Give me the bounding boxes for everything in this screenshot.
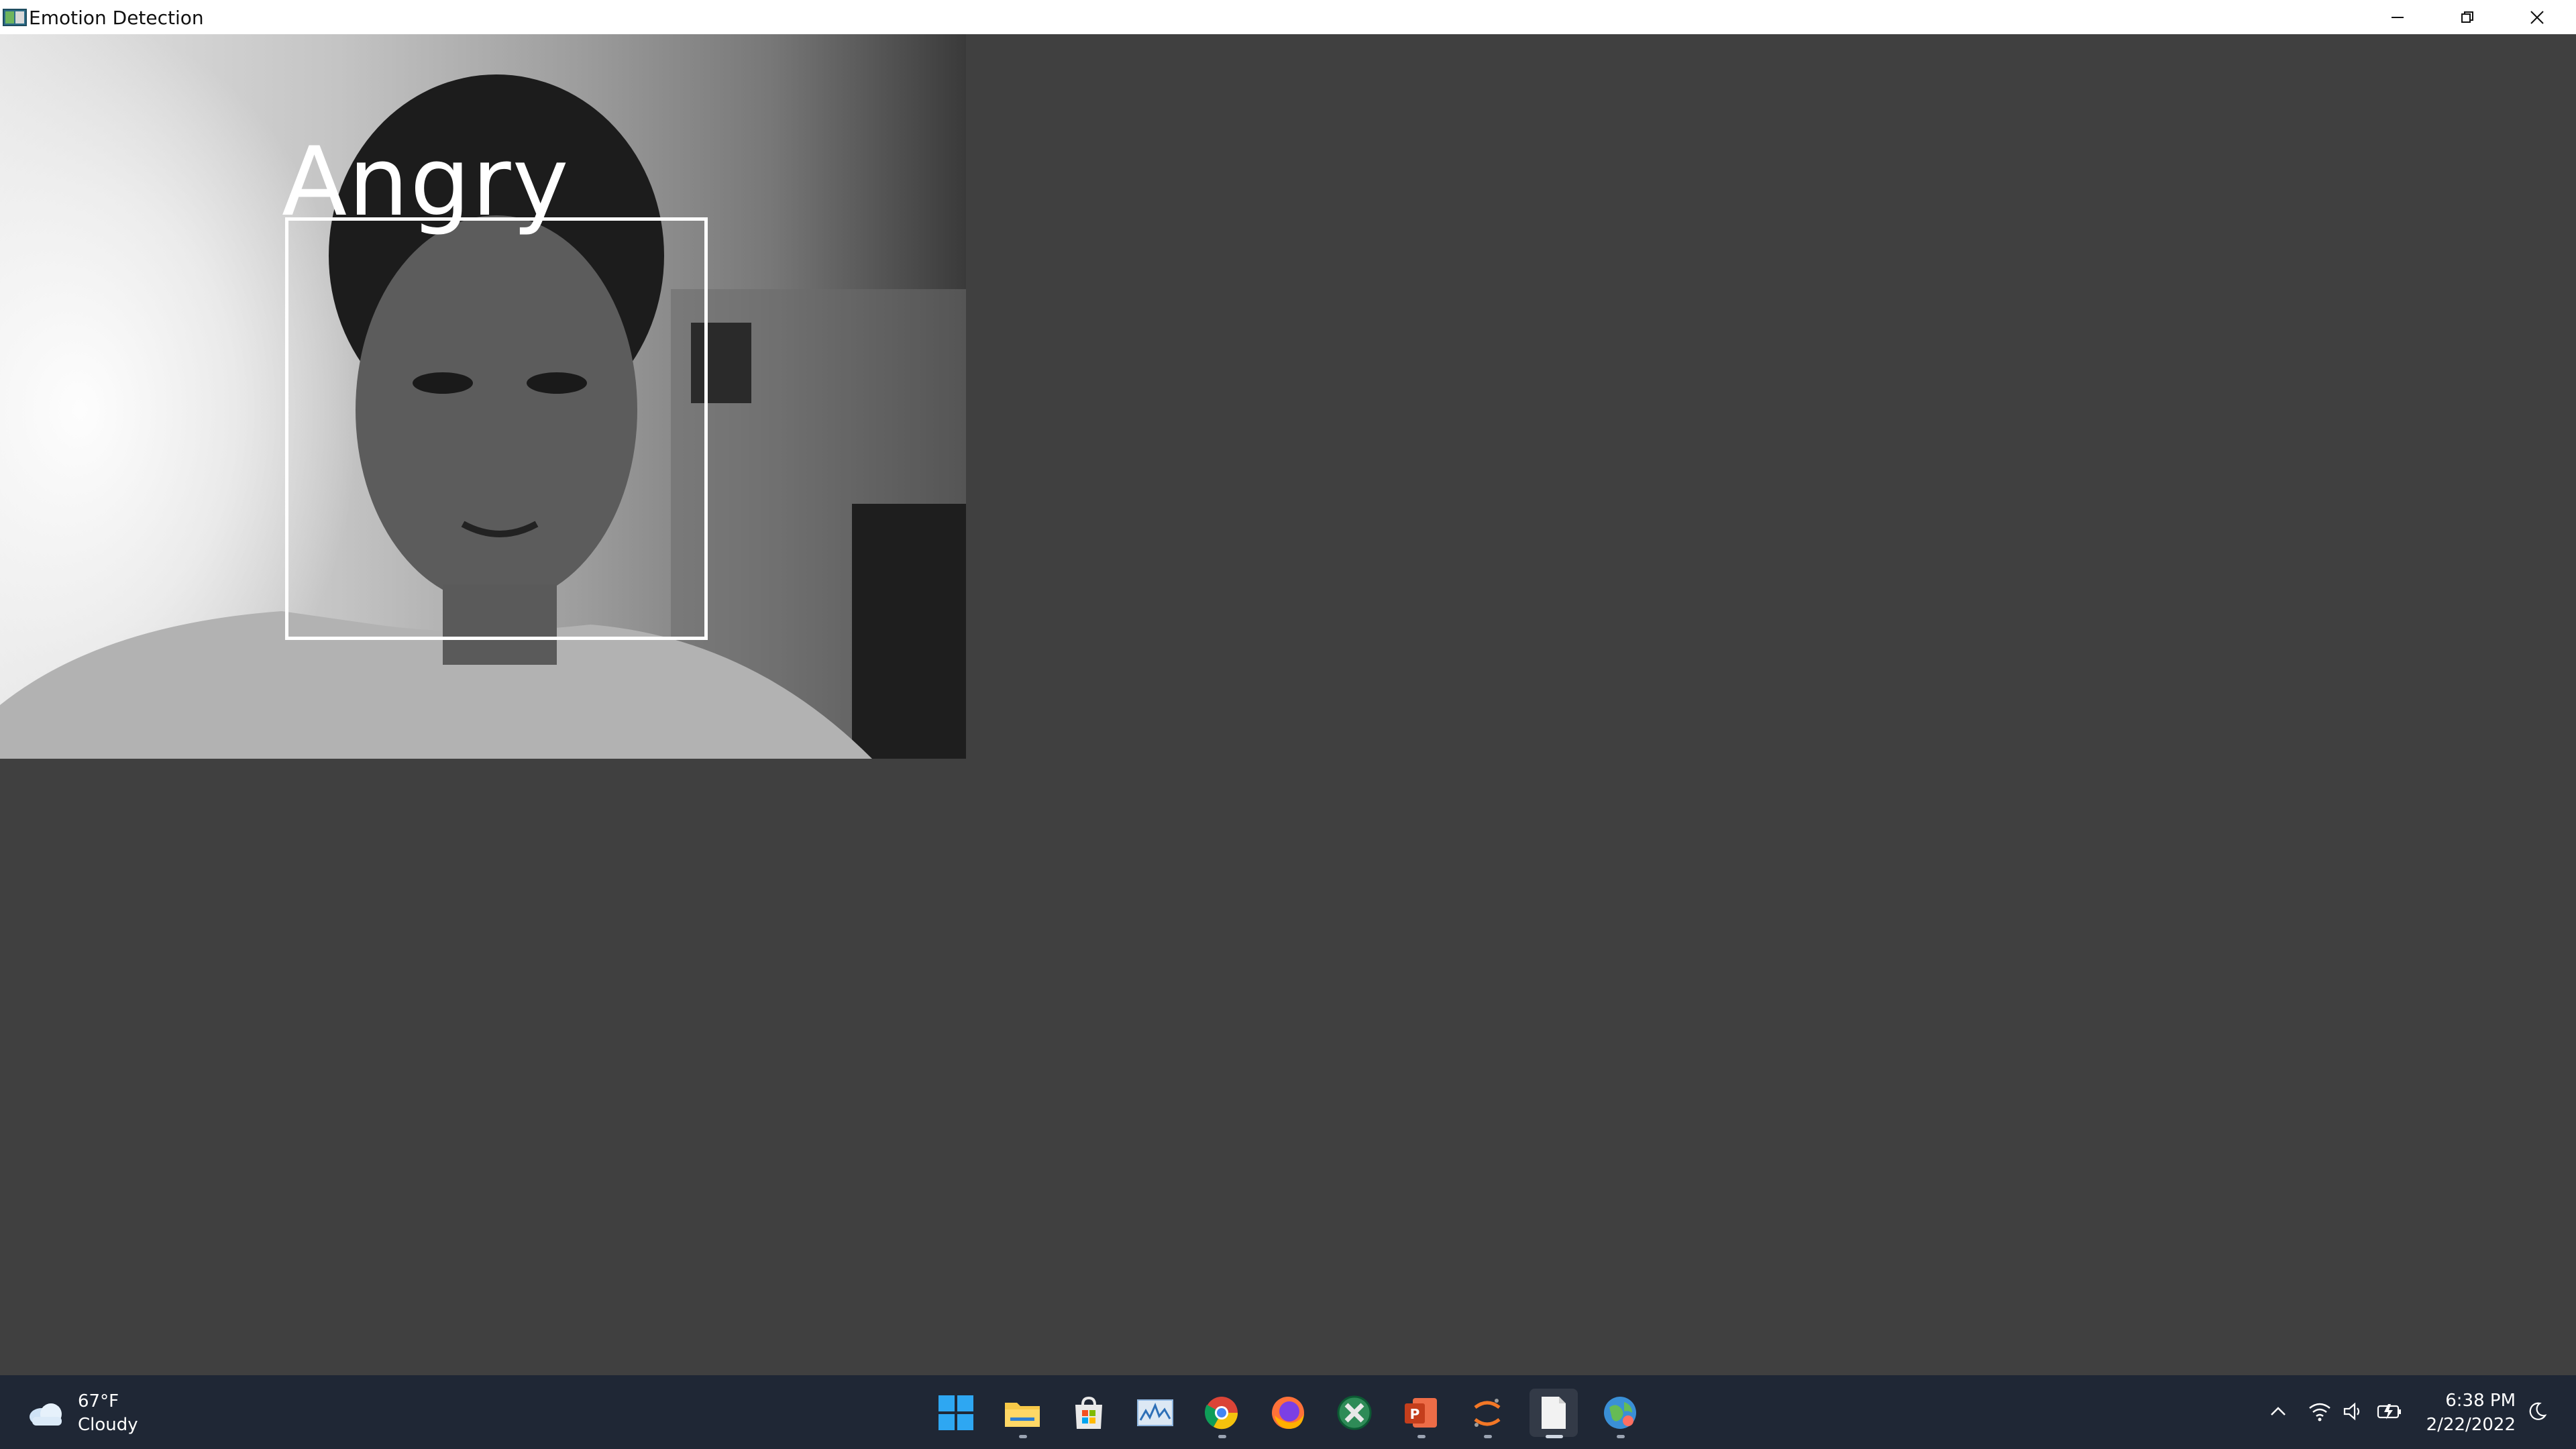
running-indicator [1019, 1435, 1027, 1438]
running-indicator [1417, 1435, 1426, 1438]
weather-temperature: 67°F [78, 1391, 119, 1411]
clock-time: 6:38 PM [2445, 1391, 2516, 1411]
taskbar-green-app[interactable] [1330, 1389, 1379, 1437]
taskbar-jupyter[interactable] [1463, 1389, 1511, 1438]
taskbar-start-button[interactable] [932, 1389, 980, 1437]
tray-clock[interactable]: 6:38 PM 2/22/2022 [2415, 1389, 2516, 1437]
running-indicator [1218, 1435, 1226, 1438]
running-indicator-active [1546, 1435, 1563, 1438]
window-title: Emotion Detection [29, 7, 204, 29]
store-icon [1075, 1396, 1102, 1429]
jupyter-icon [1474, 1399, 1501, 1427]
document-icon [1542, 1397, 1566, 1429]
taskbar-store[interactable] [1065, 1389, 1113, 1437]
cloud-icon [30, 1403, 62, 1426]
restore-button[interactable] [2432, 0, 2502, 34]
app-window-icon [3, 9, 27, 26]
tray-focus-assist[interactable] [2524, 1395, 2551, 1428]
weather-condition: Cloudy [78, 1415, 138, 1435]
svg-text:P: P [1410, 1406, 1420, 1422]
firefox-icon [1272, 1397, 1304, 1429]
chevron-up-icon [2271, 1407, 2286, 1415]
taskbar-file-explorer[interactable] [998, 1389, 1046, 1438]
window-content: Angry [0, 34, 2576, 1375]
face-bounding-box [285, 217, 708, 640]
window-titlebar[interactable]: Emotion Detection [0, 0, 2576, 34]
taskbar-firefox[interactable] [1264, 1389, 1312, 1437]
weather-widget[interactable]: 67°F Cloudy [27, 1390, 138, 1437]
taskbar-chrome[interactable] [1197, 1389, 1246, 1438]
taskbar-document[interactable] [1529, 1389, 1578, 1438]
battery-icon [2377, 1404, 2401, 1419]
close-icon [2530, 10, 2544, 24]
tray-network[interactable] [2305, 1395, 2334, 1428]
taskbar: 67°F Cloudy P 6:38 PM 2/22/2022 [0, 1375, 2576, 1449]
tray-battery[interactable] [2375, 1395, 2404, 1428]
tray-overflow-button[interactable] [2265, 1395, 2292, 1428]
taskbar-powerpoint[interactable]: P [1397, 1389, 1445, 1438]
chrome-icon [1204, 1397, 1238, 1430]
camera-feed: Angry [0, 34, 966, 759]
minimize-button[interactable] [2363, 0, 2432, 34]
green-app-icon [1337, 1395, 1372, 1430]
running-indicator [1617, 1435, 1625, 1438]
restore-icon [2461, 11, 2473, 23]
emotion-label: Angry [282, 127, 570, 237]
windows-logo-icon [938, 1395, 973, 1430]
moon-icon [2529, 1402, 2547, 1420]
taskbar-python-app[interactable] [1596, 1389, 1644, 1438]
clock-date: 2/22/2022 [2426, 1415, 2516, 1435]
close-button[interactable] [2502, 0, 2572, 34]
wifi-icon [2309, 1403, 2330, 1421]
folder-icon [1005, 1403, 1040, 1427]
tray-volume[interactable] [2340, 1395, 2367, 1428]
chart-monitor-icon [1137, 1399, 1173, 1426]
taskbar-monitor-app[interactable] [1131, 1389, 1179, 1437]
speaker-icon [2343, 1402, 2360, 1421]
powerpoint-icon: P [1405, 1398, 1437, 1428]
globe-app-icon [1604, 1397, 1636, 1429]
running-indicator [1484, 1435, 1492, 1438]
minimize-icon [2392, 16, 2404, 18]
